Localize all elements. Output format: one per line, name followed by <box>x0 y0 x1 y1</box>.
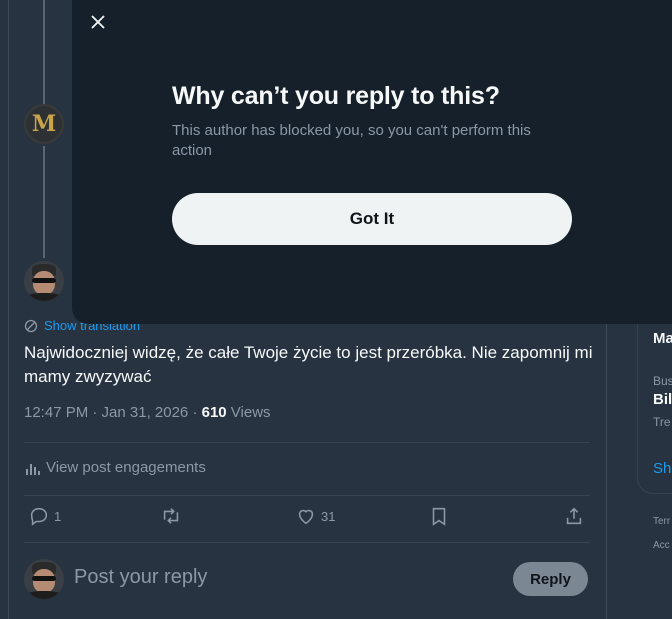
heart-icon <box>298 509 314 525</box>
post-meta: 12:47 PM · Jan 31, 2026 · 610 Views <box>24 404 271 421</box>
analytics-icon <box>26 463 40 475</box>
divider <box>24 542 590 543</box>
sidebar-text[interactable]: Bil <box>653 391 672 408</box>
got-it-button[interactable]: Got It <box>172 193 572 245</box>
repost-action[interactable] <box>160 505 182 527</box>
close-icon <box>91 15 105 29</box>
share-action[interactable] <box>563 505 585 527</box>
avatar-current-user <box>24 559 64 599</box>
footer-link[interactable]: Terr <box>653 516 670 527</box>
modal-description: This author has blocked you, so you can'… <box>172 122 531 159</box>
sidebar-text[interactable]: Ma <box>653 330 672 347</box>
view-engagements-label: View post engagements <box>46 459 206 476</box>
sidebar-text: Bus <box>653 374 672 388</box>
divider <box>24 495 590 496</box>
column-border-left <box>8 0 9 619</box>
post-actions-bar: 1 31 <box>24 505 590 531</box>
close-button[interactable] <box>86 10 110 34</box>
share-icon <box>566 507 582 525</box>
post-views-count: 610 <box>201 404 227 421</box>
thread-line-bottom <box>43 146 45 258</box>
view-engagements-link[interactable]: View post engagements <box>24 459 206 476</box>
avatar-post-author[interactable] <box>24 261 64 301</box>
reply-button[interactable]: Reply <box>513 562 588 596</box>
translate-icon <box>24 319 38 332</box>
thread-line-top <box>43 0 45 104</box>
bookmark-icon <box>432 507 446 526</box>
like-action[interactable]: 31 <box>295 505 335 527</box>
modal-title: Why can’t you reply to this? <box>172 82 500 110</box>
post-views-label: Views <box>226 404 271 421</box>
divider <box>24 442 590 443</box>
reply-action[interactable]: 1 <box>28 505 61 527</box>
reply-icon <box>30 507 48 526</box>
blocked-reply-modal <box>72 0 672 324</box>
sidebar-text: Tre <box>653 415 671 429</box>
reply-input[interactable]: Post your reply <box>74 566 207 589</box>
reply-count: 1 <box>54 508 62 524</box>
post-text: Najwidoczniej widzę, że całe Twoje życie… <box>24 343 593 386</box>
sidebar-show-more-link[interactable]: Sh <box>653 460 671 477</box>
like-count: 31 <box>321 508 336 524</box>
post-timestamp[interactable]: 12:47 PM · Jan 31, 2026 · <box>24 404 202 421</box>
repost-icon <box>163 508 179 524</box>
bookmark-action[interactable] <box>428 505 450 527</box>
footer-link[interactable]: Acc <box>653 540 670 551</box>
avatar-parent-author[interactable]: M <box>24 104 64 144</box>
avatar-letter: M <box>31 111 57 137</box>
